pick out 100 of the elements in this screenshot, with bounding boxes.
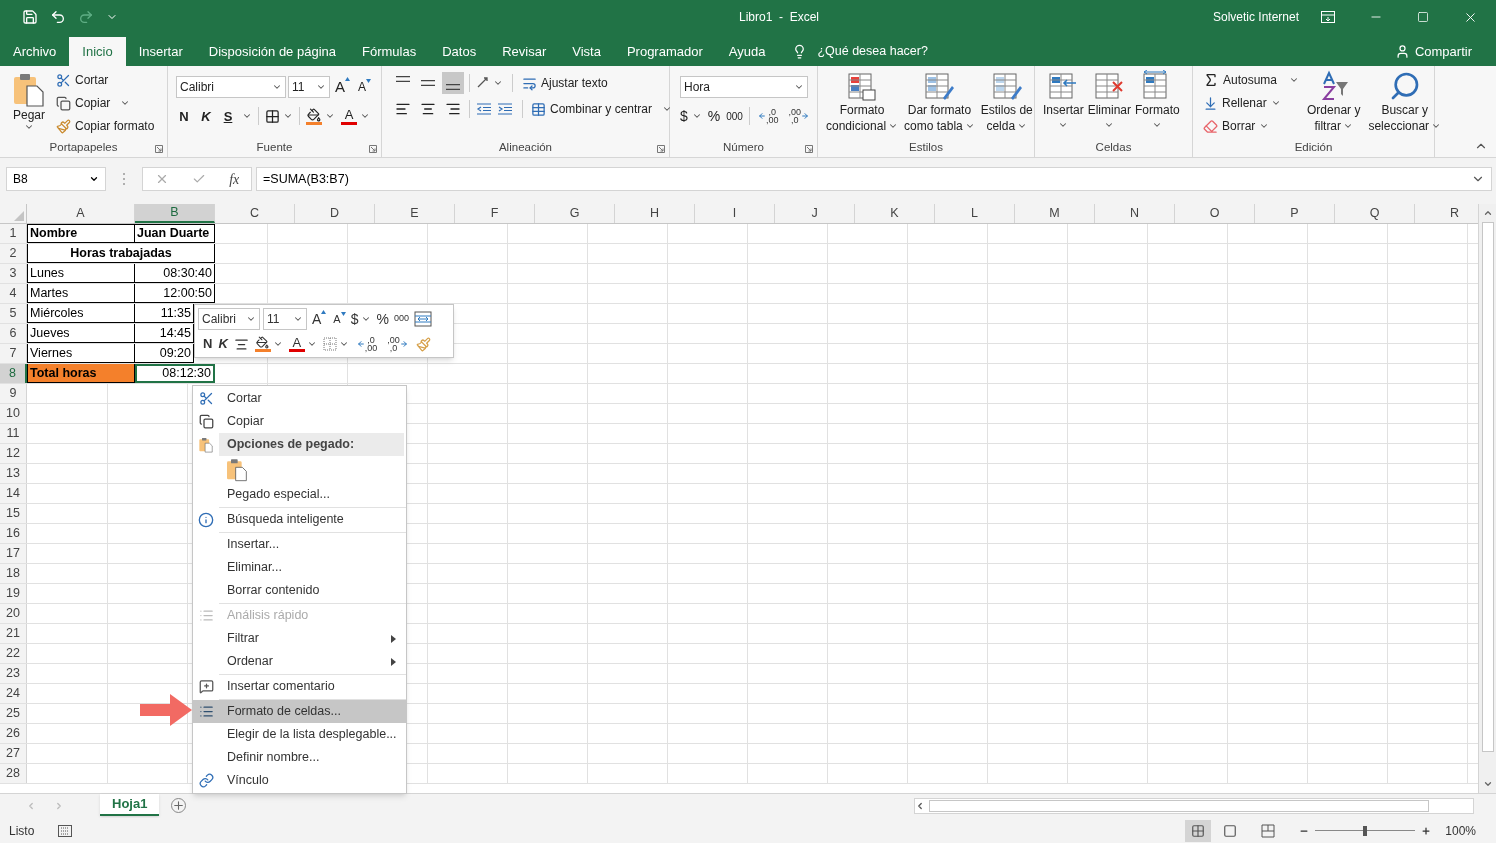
font-color-button[interactable]: A [288,336,317,352]
column-header[interactable]: N [1095,204,1175,223]
dialog-launcher-icon[interactable] [369,145,377,153]
table-cell[interactable]: Total horas [27,364,135,383]
table-cell[interactable]: Jueves [27,324,135,343]
font-family-select[interactable]: Calibri [198,308,260,330]
row-header[interactable]: 13 [0,464,27,483]
paste-option-button[interactable] [225,457,249,482]
table-cell[interactable]: 12:00:50 [135,284,215,303]
table-cell[interactable]: 09:20 [135,344,194,363]
menu-item[interactable]: Insertar comentario [193,675,406,698]
sort-filter-button[interactable]: Ordenar y filtrar [1307,70,1361,139]
row-header[interactable]: 3 [0,264,27,283]
table-cell[interactable]: Juan Duarte [135,224,215,243]
dialog-launcher-icon[interactable] [657,145,665,153]
vertical-align-button[interactable] [442,72,464,94]
format-painter-button[interactable]: Copiar formato [56,116,155,136]
dialog-launcher-icon[interactable] [805,145,813,153]
row-header[interactable]: 19 [0,584,27,603]
menu-item[interactable]: Definir nombre... [193,746,406,769]
font-size-select[interactable]: 11 [263,308,307,330]
page-break-icon[interactable] [1261,823,1276,838]
decrease-decimal-button[interactable]: ,00 ,0 [786,105,811,127]
scroll-down-icon[interactable] [1482,779,1493,789]
merge-center-button[interactable]: Combinar y centrar [531,100,673,118]
cut-button[interactable]: Cortar [56,70,155,90]
currency-button[interactable]: $ [350,308,372,330]
table-cell[interactable]: Viernes [27,344,135,363]
styles-button[interactable]: Dar formato como tabla [902,70,977,139]
column-header[interactable]: M [1015,204,1095,223]
column-header[interactable]: L [935,204,1015,223]
table-cell[interactable]: Horas trabajadas [27,244,215,263]
column-header[interactable]: E [375,204,455,223]
row-header[interactable]: 5 [0,304,27,323]
ribbon-tab[interactable]: Insertar [125,37,196,66]
cells-button[interactable]: Eliminar [1087,70,1132,139]
cells-button[interactable]: Formato [1135,70,1180,139]
menu-item[interactable]: Vínculo [193,769,406,792]
undo-icon[interactable] [50,9,66,25]
ribbon-tab[interactable]: Inicio [69,37,126,66]
row-header[interactable]: 14 [0,484,27,503]
menu-item[interactable]: Búsqueda inteligente [193,508,406,531]
italic-button[interactable]: K [218,334,228,354]
zoom-level[interactable]: 100% [1445,821,1476,840]
bold-button[interactable]: N [176,106,192,126]
tell-me-field[interactable]: ¿Qué desea hacer? [817,42,928,61]
table-cell[interactable]: Martes [27,284,135,303]
menu-item[interactable]: Elegir de la lista desplegable... [193,723,406,746]
increase-decimal-button[interactable]: ,0 ,00 [755,105,781,127]
column-header[interactable]: K [855,204,935,223]
ribbon-tab[interactable]: Vista [559,37,614,66]
font-family-select[interactable]: Calibri [176,76,286,99]
copy-button[interactable]: Copiar [56,93,155,113]
row-header[interactable]: 20 [0,604,27,623]
column-header[interactable]: D [295,204,375,223]
styles-button[interactable]: Estilos de celda [978,70,1035,139]
align-center-icon[interactable] [420,101,436,117]
grow-font-button[interactable]: A [332,76,353,99]
fill-color-button[interactable] [254,336,283,352]
grow-font-button[interactable]: A [310,308,329,330]
table-cell[interactable]: 11:35 [135,304,194,323]
row-header[interactable]: 24 [0,684,27,703]
percent-button[interactable]: % [707,105,721,127]
row-header[interactable]: 2 [0,244,27,263]
currency-button[interactable]: $ [680,105,702,127]
wrap-text-button[interactable]: Ajustar texto [522,74,608,92]
table-cell[interactable]: Nombre [27,224,135,243]
underline-button[interactable]: S [220,106,236,126]
table-cell[interactable]: 08:30:40 [135,264,215,283]
menu-item[interactable]: Cortar [193,387,406,410]
font-size-select[interactable]: 11 [288,76,330,99]
row-header[interactable]: 7 [0,344,27,363]
insert-function-button[interactable]: fx [229,168,240,190]
row-header[interactable]: 15 [0,504,27,523]
column-header[interactable]: I [695,204,775,223]
menu-item[interactable]: Ordenar [193,650,406,673]
sheet-tab[interactable]: Hoja1 [100,794,160,816]
zoom-slider-thumb[interactable] [1363,825,1368,836]
row-header[interactable]: 1 [0,224,27,243]
row-header[interactable]: 22 [0,644,27,663]
ribbon-tab[interactable]: Disposición de página [195,37,349,66]
italic-button[interactable]: K [198,106,214,126]
thousands-button[interactable]: 000 [726,108,743,124]
share-button[interactable]: Compartir [1394,37,1472,66]
menu-item[interactable]: Pegado especial... [193,483,406,506]
row-header[interactable]: 18 [0,564,27,583]
column-header[interactable]: Q [1335,204,1415,223]
scroll-up-icon[interactable] [1482,208,1493,218]
row-header[interactable]: 4 [0,284,27,303]
styles-button[interactable]: Formato condicional [824,70,901,139]
row-header[interactable]: 25 [0,704,27,723]
column-header[interactable]: H [615,204,695,223]
column-header[interactable]: B [135,204,215,223]
save-icon[interactable] [22,9,38,25]
column-header[interactable]: J [775,204,855,223]
row-header[interactable]: 12 [0,444,27,463]
thousands-button[interactable]: 000 [393,312,409,326]
table-cell[interactable]: Miércoles [27,304,135,323]
row-header[interactable]: 21 [0,624,27,643]
column-header[interactable]: C [215,204,295,223]
